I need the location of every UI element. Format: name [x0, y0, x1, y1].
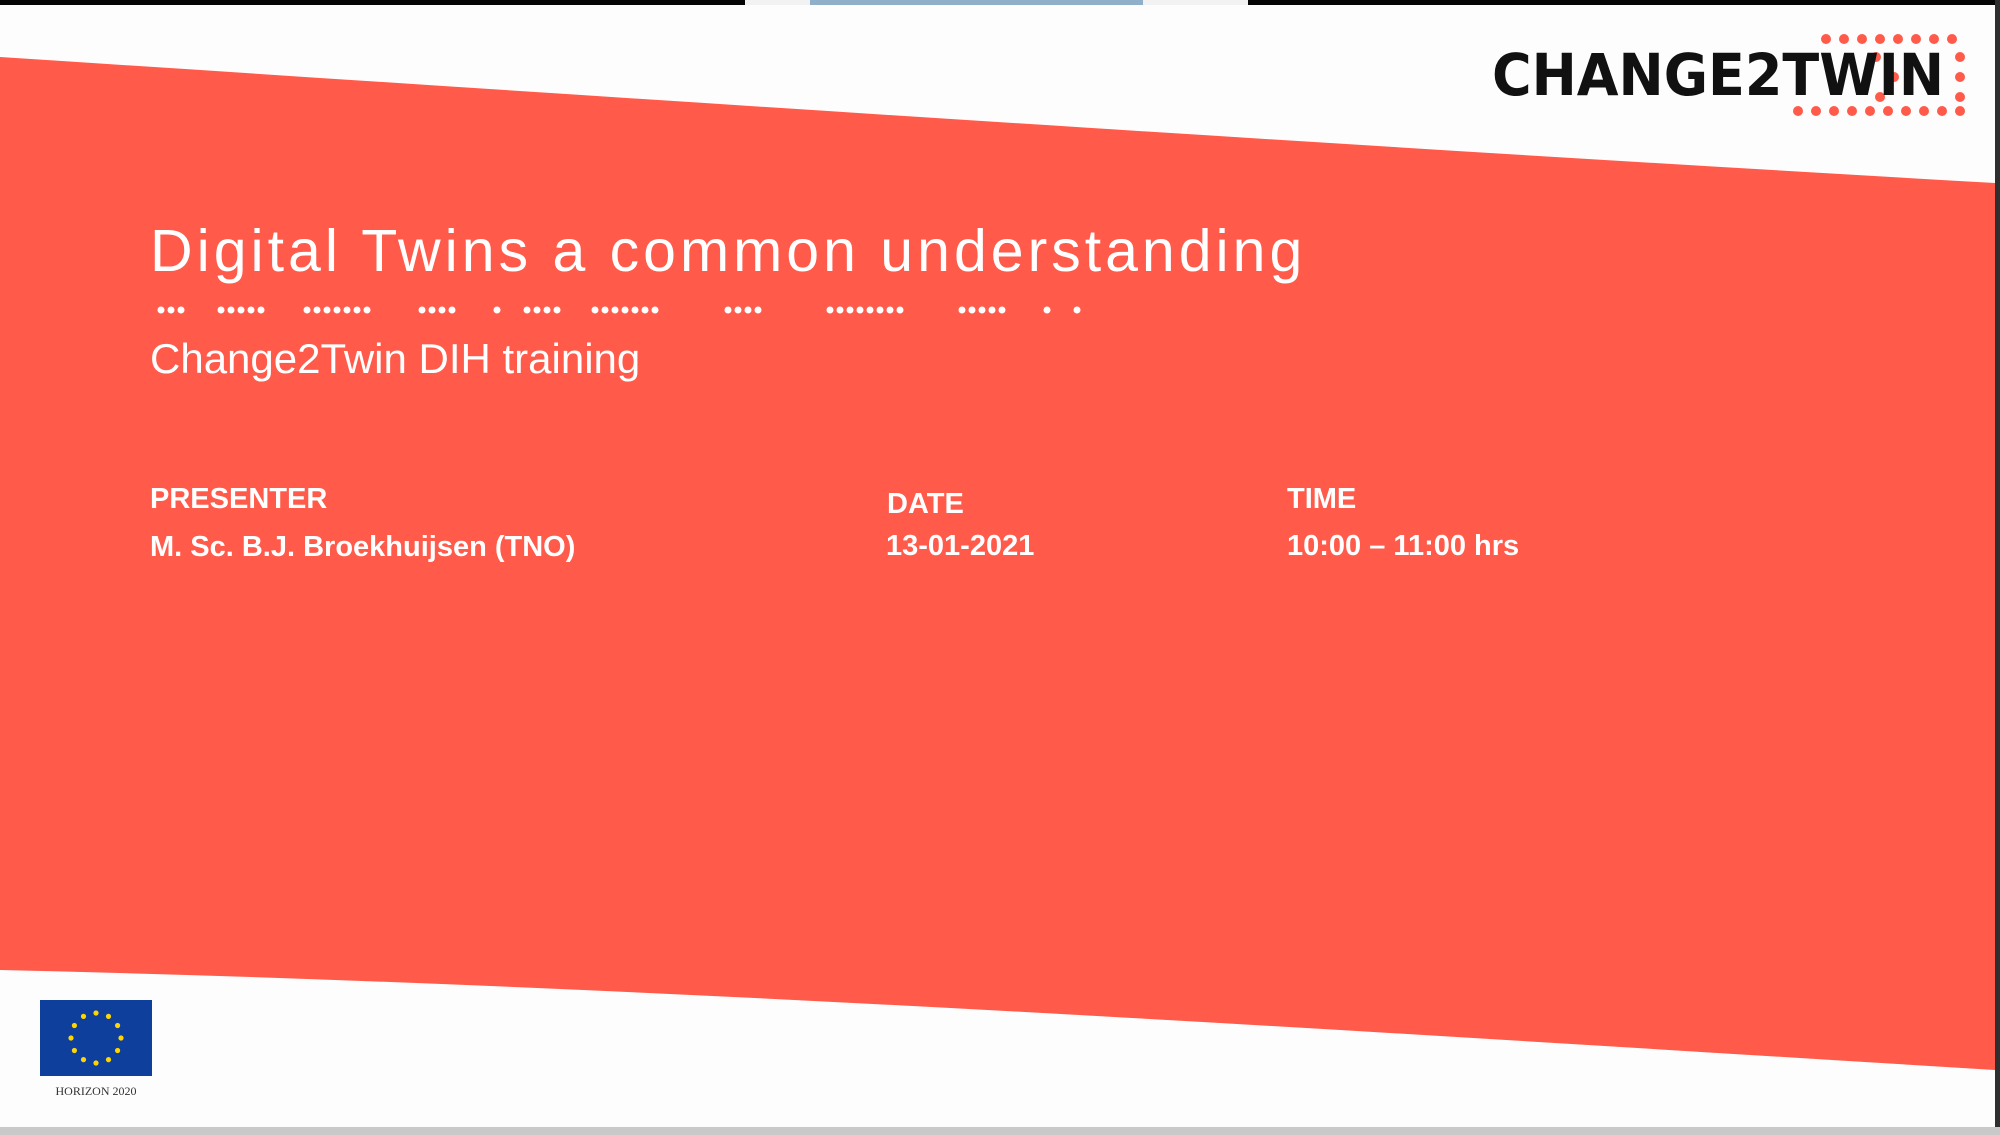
- time-value: 10:00 – 11:00 hrs: [1287, 530, 1520, 562]
- presenter-label: PRESENTER: [150, 483, 328, 515]
- slide: CHANGE2TWIN Digital Twins a common under…: [0, 5, 1995, 1127]
- eu-caption: HORIZON 2020: [55, 1084, 137, 1098]
- eu-flag-icon: [40, 1000, 152, 1076]
- screen: CHANGE2TWIN Digital Twins a common under…: [0, 0, 2000, 1135]
- time-label: TIME: [1287, 483, 1357, 515]
- accent-band: [0, 57, 1995, 1070]
- slide-title: Digital Twins a common understanding: [150, 218, 1307, 284]
- presenter-value: M. Sc. B.J. Broekhuijsen (TNO): [150, 531, 576, 563]
- slide-subtitle: Change2Twin DIH training: [150, 335, 641, 382]
- right-edge: [1995, 0, 2000, 1135]
- date-label: DATE: [887, 488, 964, 520]
- logo-text: CHANGE2TWIN: [1492, 41, 1944, 109]
- change2twin-logo: CHANGE2TWIN: [1492, 34, 1965, 116]
- date-value: 13-01-2021: [886, 530, 1035, 562]
- title-dot-underline: [157, 306, 1081, 314]
- bottom-strip: [0, 1127, 2000, 1135]
